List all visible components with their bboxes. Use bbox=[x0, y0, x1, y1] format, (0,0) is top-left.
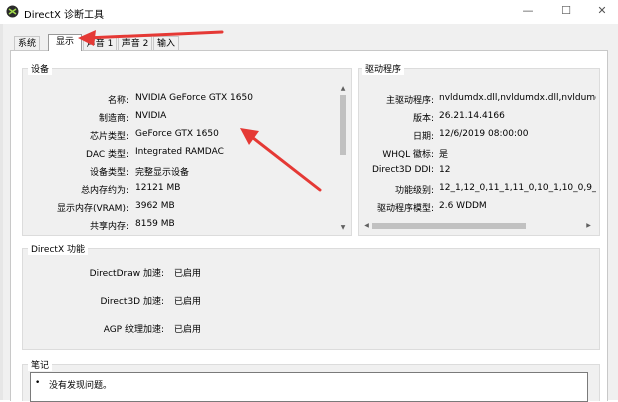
annotation-arrow-tab-head bbox=[78, 30, 96, 46]
annotation-arrows bbox=[78, 30, 322, 192]
annotation-arrow-tab bbox=[84, 30, 224, 40]
annotation-arrow-chip-head bbox=[240, 128, 259, 145]
annotation-arrow-chip bbox=[246, 132, 322, 192]
